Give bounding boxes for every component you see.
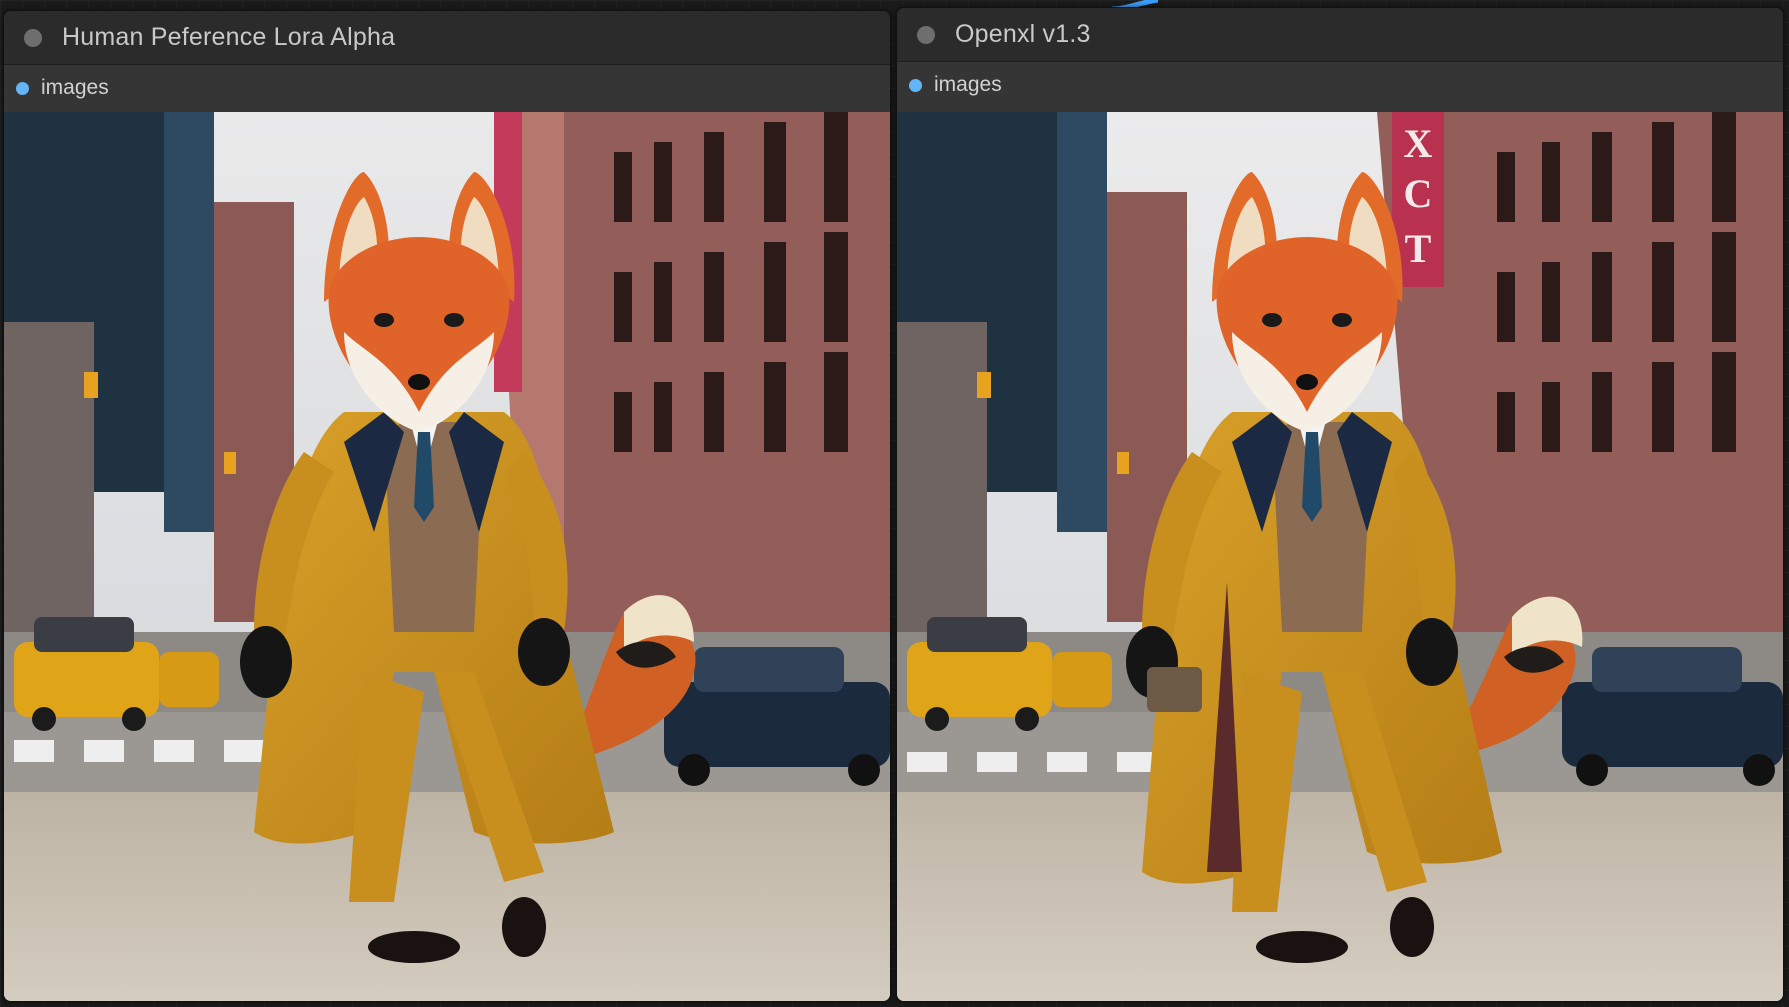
output-slot-icon[interactable]	[16, 81, 29, 95]
sign-letter-x: X	[1404, 121, 1433, 166]
sign-letter-c: C	[1404, 171, 1433, 216]
output-slot-label: images	[934, 73, 1002, 96]
collapse-toggle-icon[interactable]	[24, 28, 42, 47]
collapse-toggle-icon[interactable]	[917, 25, 935, 44]
fox-in-suit-image	[4, 112, 890, 1001]
preview-image[interactable]: X C T	[897, 112, 1783, 1001]
output-slot-icon[interactable]	[909, 78, 922, 92]
node-title: Human Peference Lora Alpha	[62, 23, 396, 51]
output-slot-row[interactable]: images	[4, 65, 890, 111]
preview-image[interactable]	[4, 112, 890, 1001]
fox-in-suit-image: X C T	[897, 112, 1783, 1001]
preview-image-node-1[interactable]: Human Peference Lora Alpha images	[3, 10, 891, 1002]
preview-image-node-2[interactable]: Openxl v1.3 images X C T	[896, 7, 1784, 1002]
output-slot-label: images	[41, 76, 109, 99]
node-title: Openxl v1.3	[955, 20, 1091, 48]
sign-letter-t: T	[1405, 226, 1432, 271]
node-header[interactable]: Openxl v1.3	[897, 8, 1783, 62]
output-slot-row[interactable]: images	[897, 62, 1783, 108]
node-graph-canvas[interactable]: Human Peference Lora Alpha images Openxl…	[0, 0, 1789, 1007]
node-header[interactable]: Human Peference Lora Alpha	[4, 11, 890, 65]
